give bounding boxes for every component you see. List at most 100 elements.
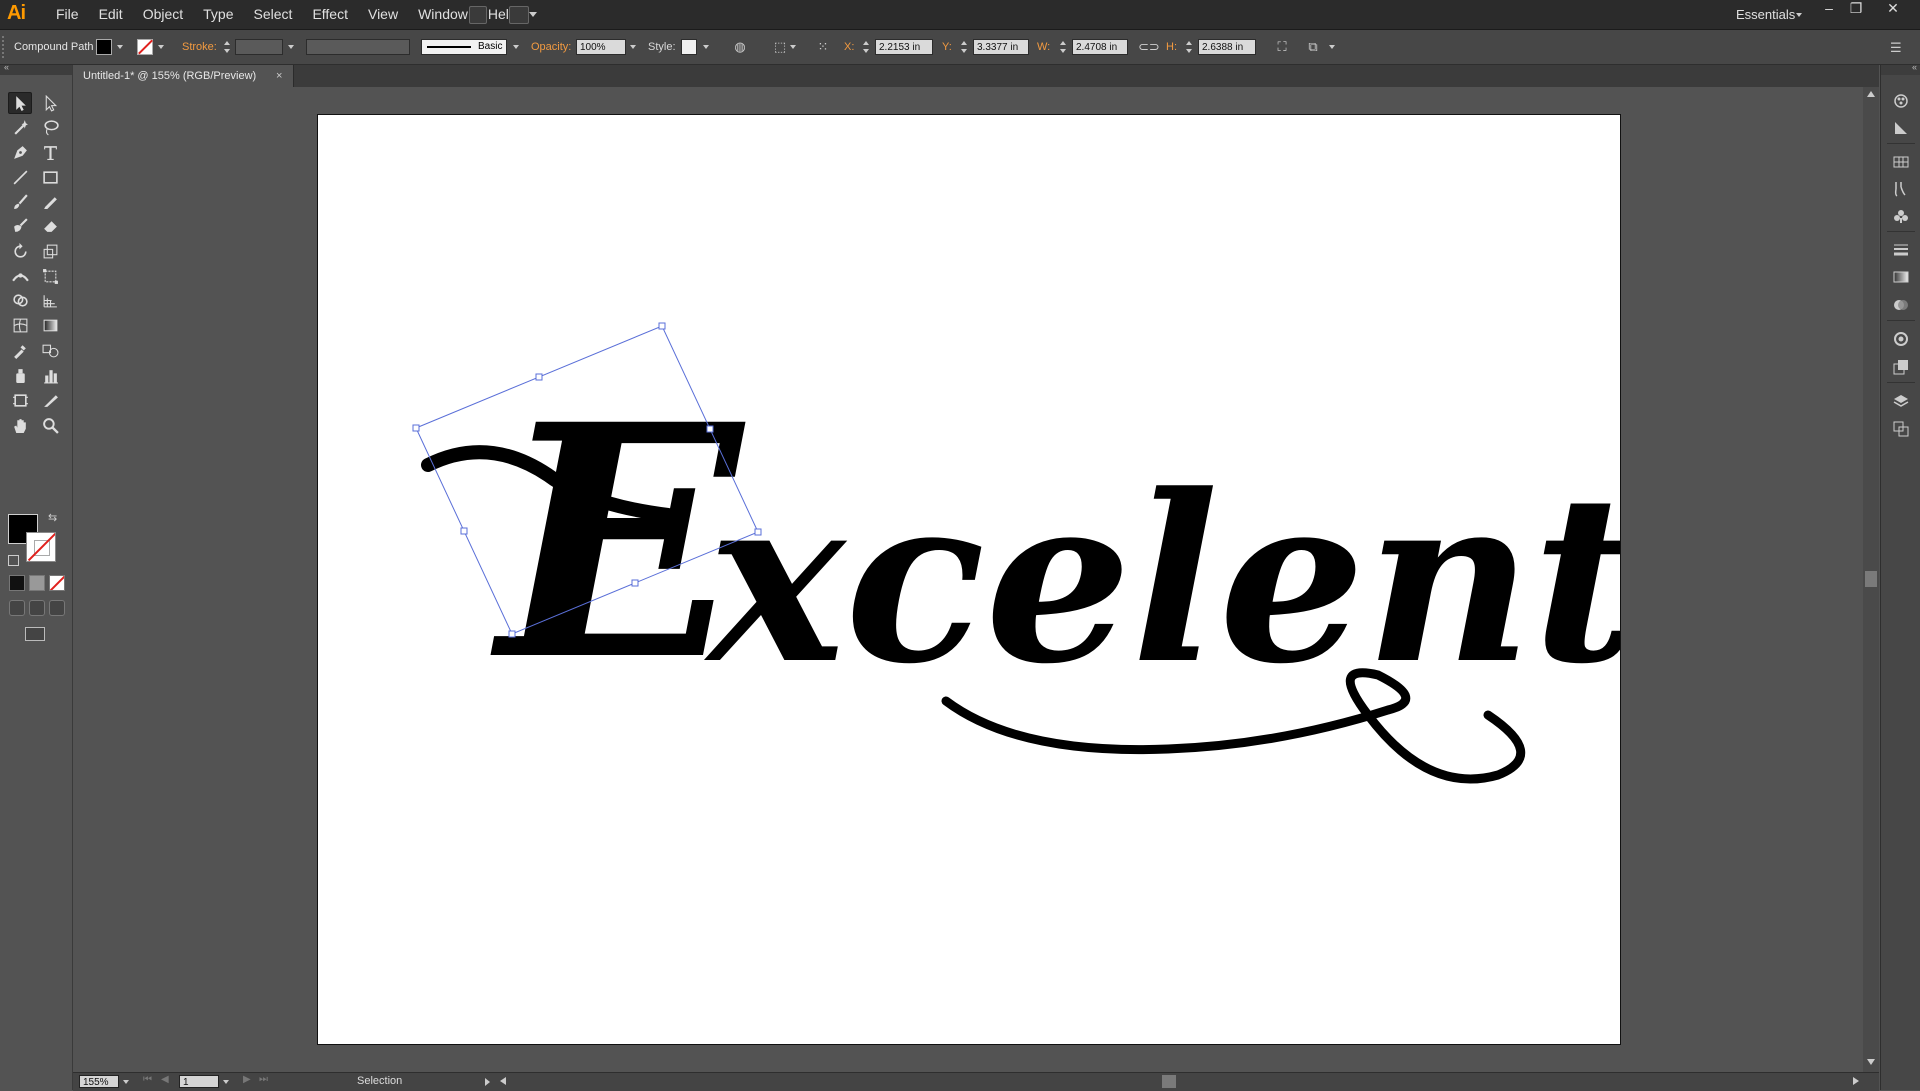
w-stepper[interactable] — [1059, 39, 1068, 55]
graphic-styles-icon[interactable] — [1892, 358, 1910, 376]
shape-builder-tool-icon[interactable] — [8, 289, 32, 311]
pen-tool-icon[interactable] — [8, 141, 32, 163]
layers-icon[interactable] — [1892, 392, 1910, 410]
default-fill-stroke-icon[interactable] — [8, 555, 19, 566]
rectangle-tool-icon[interactable] — [38, 166, 62, 188]
y-field[interactable]: 3.3377 in — [973, 39, 1029, 55]
bbox-handle[interactable] — [754, 528, 762, 536]
horizontal-scroll-thumb[interactable] — [1162, 1075, 1176, 1088]
first-artboard-icon[interactable]: ⏮ — [143, 1074, 152, 1085]
menu-view[interactable]: View — [358, 0, 408, 29]
opacity-label[interactable]: Opacity: — [531, 30, 571, 64]
blob-brush-tool-icon[interactable] — [8, 214, 32, 236]
direct-selection-tool-icon[interactable] — [38, 92, 62, 114]
y-stepper[interactable] — [960, 39, 969, 55]
close-window-button[interactable]: ✕ — [1880, 0, 1906, 18]
artboard-number-field[interactable]: 1 — [179, 1075, 219, 1088]
stroke-weight-stepper[interactable] — [223, 39, 232, 55]
selection-tool-icon[interactable] — [8, 92, 32, 114]
h-field[interactable]: 2.6388 in — [1198, 39, 1256, 55]
arrange-caret-icon[interactable] — [529, 12, 537, 17]
status-text[interactable]: Selection — [357, 1073, 402, 1090]
stroke-caret-icon[interactable] — [158, 45, 164, 49]
minimize-button[interactable]: – — [1816, 0, 1842, 18]
free-transform-tool-icon[interactable] — [38, 265, 62, 287]
status-menu-icon[interactable] — [485, 1078, 490, 1086]
bbox-handle[interactable] — [631, 579, 639, 587]
bbox-handle[interactable] — [412, 424, 420, 432]
h-label[interactable]: H: — [1166, 30, 1177, 64]
mesh-tool-icon[interactable] — [8, 314, 32, 336]
style-caret-icon[interactable] — [703, 45, 709, 49]
h-stepper[interactable] — [1185, 39, 1194, 55]
paintbrush-tool-icon[interactable] — [8, 190, 32, 212]
gradient-tool-icon[interactable] — [38, 314, 62, 336]
width-tool-icon[interactable] — [8, 265, 32, 287]
opacity-caret-icon[interactable] — [630, 45, 636, 49]
brush-caret-icon[interactable] — [513, 45, 519, 49]
bbox-handle[interactable] — [706, 425, 714, 433]
artboard[interactable]: E xcelente — [317, 114, 1621, 1045]
x-stepper[interactable] — [862, 39, 871, 55]
bbox-handle[interactable] — [508, 630, 516, 638]
draw-normal-icon[interactable] — [9, 600, 25, 616]
control-panel-menu-icon[interactable]: ☰ — [1890, 40, 1902, 56]
color-mode-icon[interactable] — [9, 575, 25, 591]
workspace-caret-icon[interactable] — [1796, 13, 1802, 17]
isolate-selected-icon[interactable]: ⧉ — [1305, 39, 1321, 55]
artboard-caret-icon[interactable] — [223, 1080, 229, 1084]
stroke-color-swatch[interactable] — [26, 532, 56, 562]
stroke-swatch[interactable] — [137, 39, 153, 55]
reference-point-icon[interactable]: ⁙ — [815, 39, 831, 55]
next-artboard-icon[interactable]: ▶ — [243, 1074, 251, 1085]
constrain-proportions-icon[interactable]: ⊂⊃ — [1138, 39, 1160, 55]
scroll-right-icon[interactable] — [1853, 1077, 1859, 1085]
brush-definition-field[interactable]: Basic — [421, 39, 507, 55]
menu-effect[interactable]: Effect — [302, 0, 358, 29]
symbol-sprayer-tool-icon[interactable] — [8, 364, 32, 386]
color-guide-icon[interactable] — [1892, 119, 1910, 137]
type-tool-icon[interactable] — [38, 141, 62, 163]
last-artboard-icon[interactable]: ⏭ — [259, 1074, 268, 1085]
zoom-field[interactable]: 155% — [79, 1075, 119, 1088]
menu-object[interactable]: Object — [133, 0, 193, 29]
control-bar-grip[interactable] — [2, 36, 8, 58]
recolor-artwork-icon[interactable]: ◍ — [732, 39, 748, 55]
x-field[interactable]: 2.2153 in — [875, 39, 933, 55]
draw-inside-icon[interactable] — [49, 600, 65, 616]
transform-icon[interactable]: ⛶ — [1274, 39, 1290, 55]
scroll-left-icon[interactable] — [500, 1077, 506, 1085]
bbox-handle[interactable] — [460, 527, 468, 535]
column-graph-tool-icon[interactable] — [38, 364, 62, 386]
fill-swatch[interactable] — [96, 39, 112, 55]
gradient-icon[interactable] — [1892, 268, 1910, 286]
artboards-icon[interactable] — [1892, 420, 1910, 438]
color-icon[interactable] — [1892, 92, 1910, 110]
restore-button[interactable]: ❐ — [1843, 0, 1869, 18]
bbox-handle[interactable] — [658, 322, 666, 330]
w-field[interactable]: 2.4708 in — [1072, 39, 1128, 55]
workspace-switcher[interactable]: Essentials — [1736, 0, 1795, 29]
zoom-caret-icon[interactable] — [123, 1080, 129, 1084]
w-label[interactable]: W: — [1037, 30, 1050, 64]
draw-behind-icon[interactable] — [29, 600, 45, 616]
y-label[interactable]: Y: — [942, 30, 952, 64]
rotate-tool-icon[interactable] — [8, 240, 32, 262]
menu-file[interactable]: File — [46, 0, 89, 29]
transparency-icon[interactable] — [1892, 296, 1910, 314]
scroll-down-icon[interactable] — [1867, 1059, 1875, 1065]
previous-artboard-icon[interactable]: ◀ — [161, 1074, 169, 1085]
expand-panels-icon[interactable]: « — [1912, 62, 1917, 72]
horizontal-scrollbar[interactable] — [498, 1073, 1863, 1090]
perspective-grid-tool-icon[interactable] — [38, 289, 62, 311]
bbox-handle[interactable] — [535, 373, 543, 381]
go-to-bridge-icon[interactable] — [469, 6, 487, 24]
none-mode-icon[interactable] — [49, 575, 65, 591]
zoom-tool-icon[interactable] — [38, 414, 62, 436]
x-label[interactable]: X: — [844, 30, 854, 64]
menu-type[interactable]: Type — [193, 0, 243, 29]
swap-fill-stroke-icon[interactable]: ⇆ — [48, 511, 57, 524]
scroll-up-icon[interactable] — [1867, 91, 1875, 97]
variable-width-profile-field[interactable] — [306, 39, 410, 55]
eraser-tool-icon[interactable] — [38, 214, 62, 236]
